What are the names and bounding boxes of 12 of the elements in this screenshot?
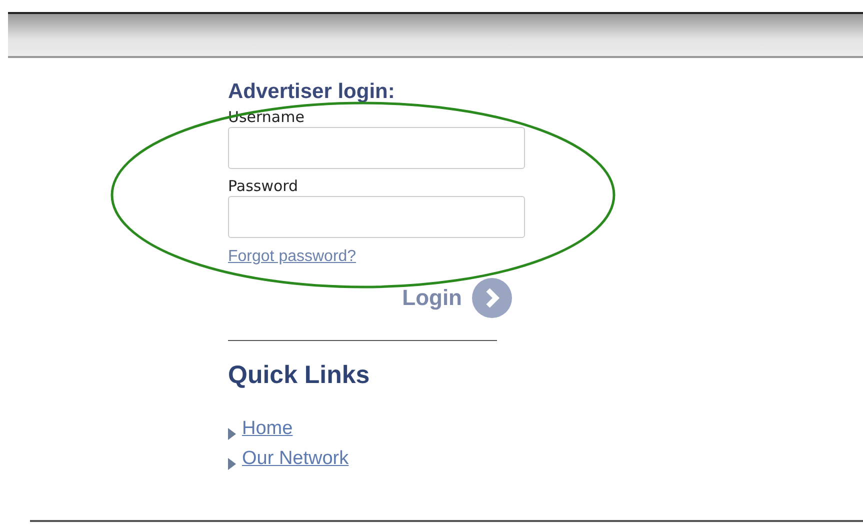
login-button[interactable]: Login <box>402 278 512 318</box>
chevron-right-icon <box>472 278 512 318</box>
quick-link[interactable]: Our Network <box>242 448 349 470</box>
triangle-bullet-icon <box>228 458 236 470</box>
input-field[interactable] <box>228 196 525 238</box>
triangle-bullet-icon <box>228 428 236 440</box>
quick-links-heading: Quick Links <box>228 361 371 390</box>
login-heading: Advertiser login: <box>228 80 396 104</box>
field-label: Password <box>228 177 300 195</box>
forgot-password-link[interactable]: Forgot password? <box>228 248 356 266</box>
quick-link[interactable]: Home <box>242 418 293 440</box>
input-field[interactable] <box>228 127 525 169</box>
